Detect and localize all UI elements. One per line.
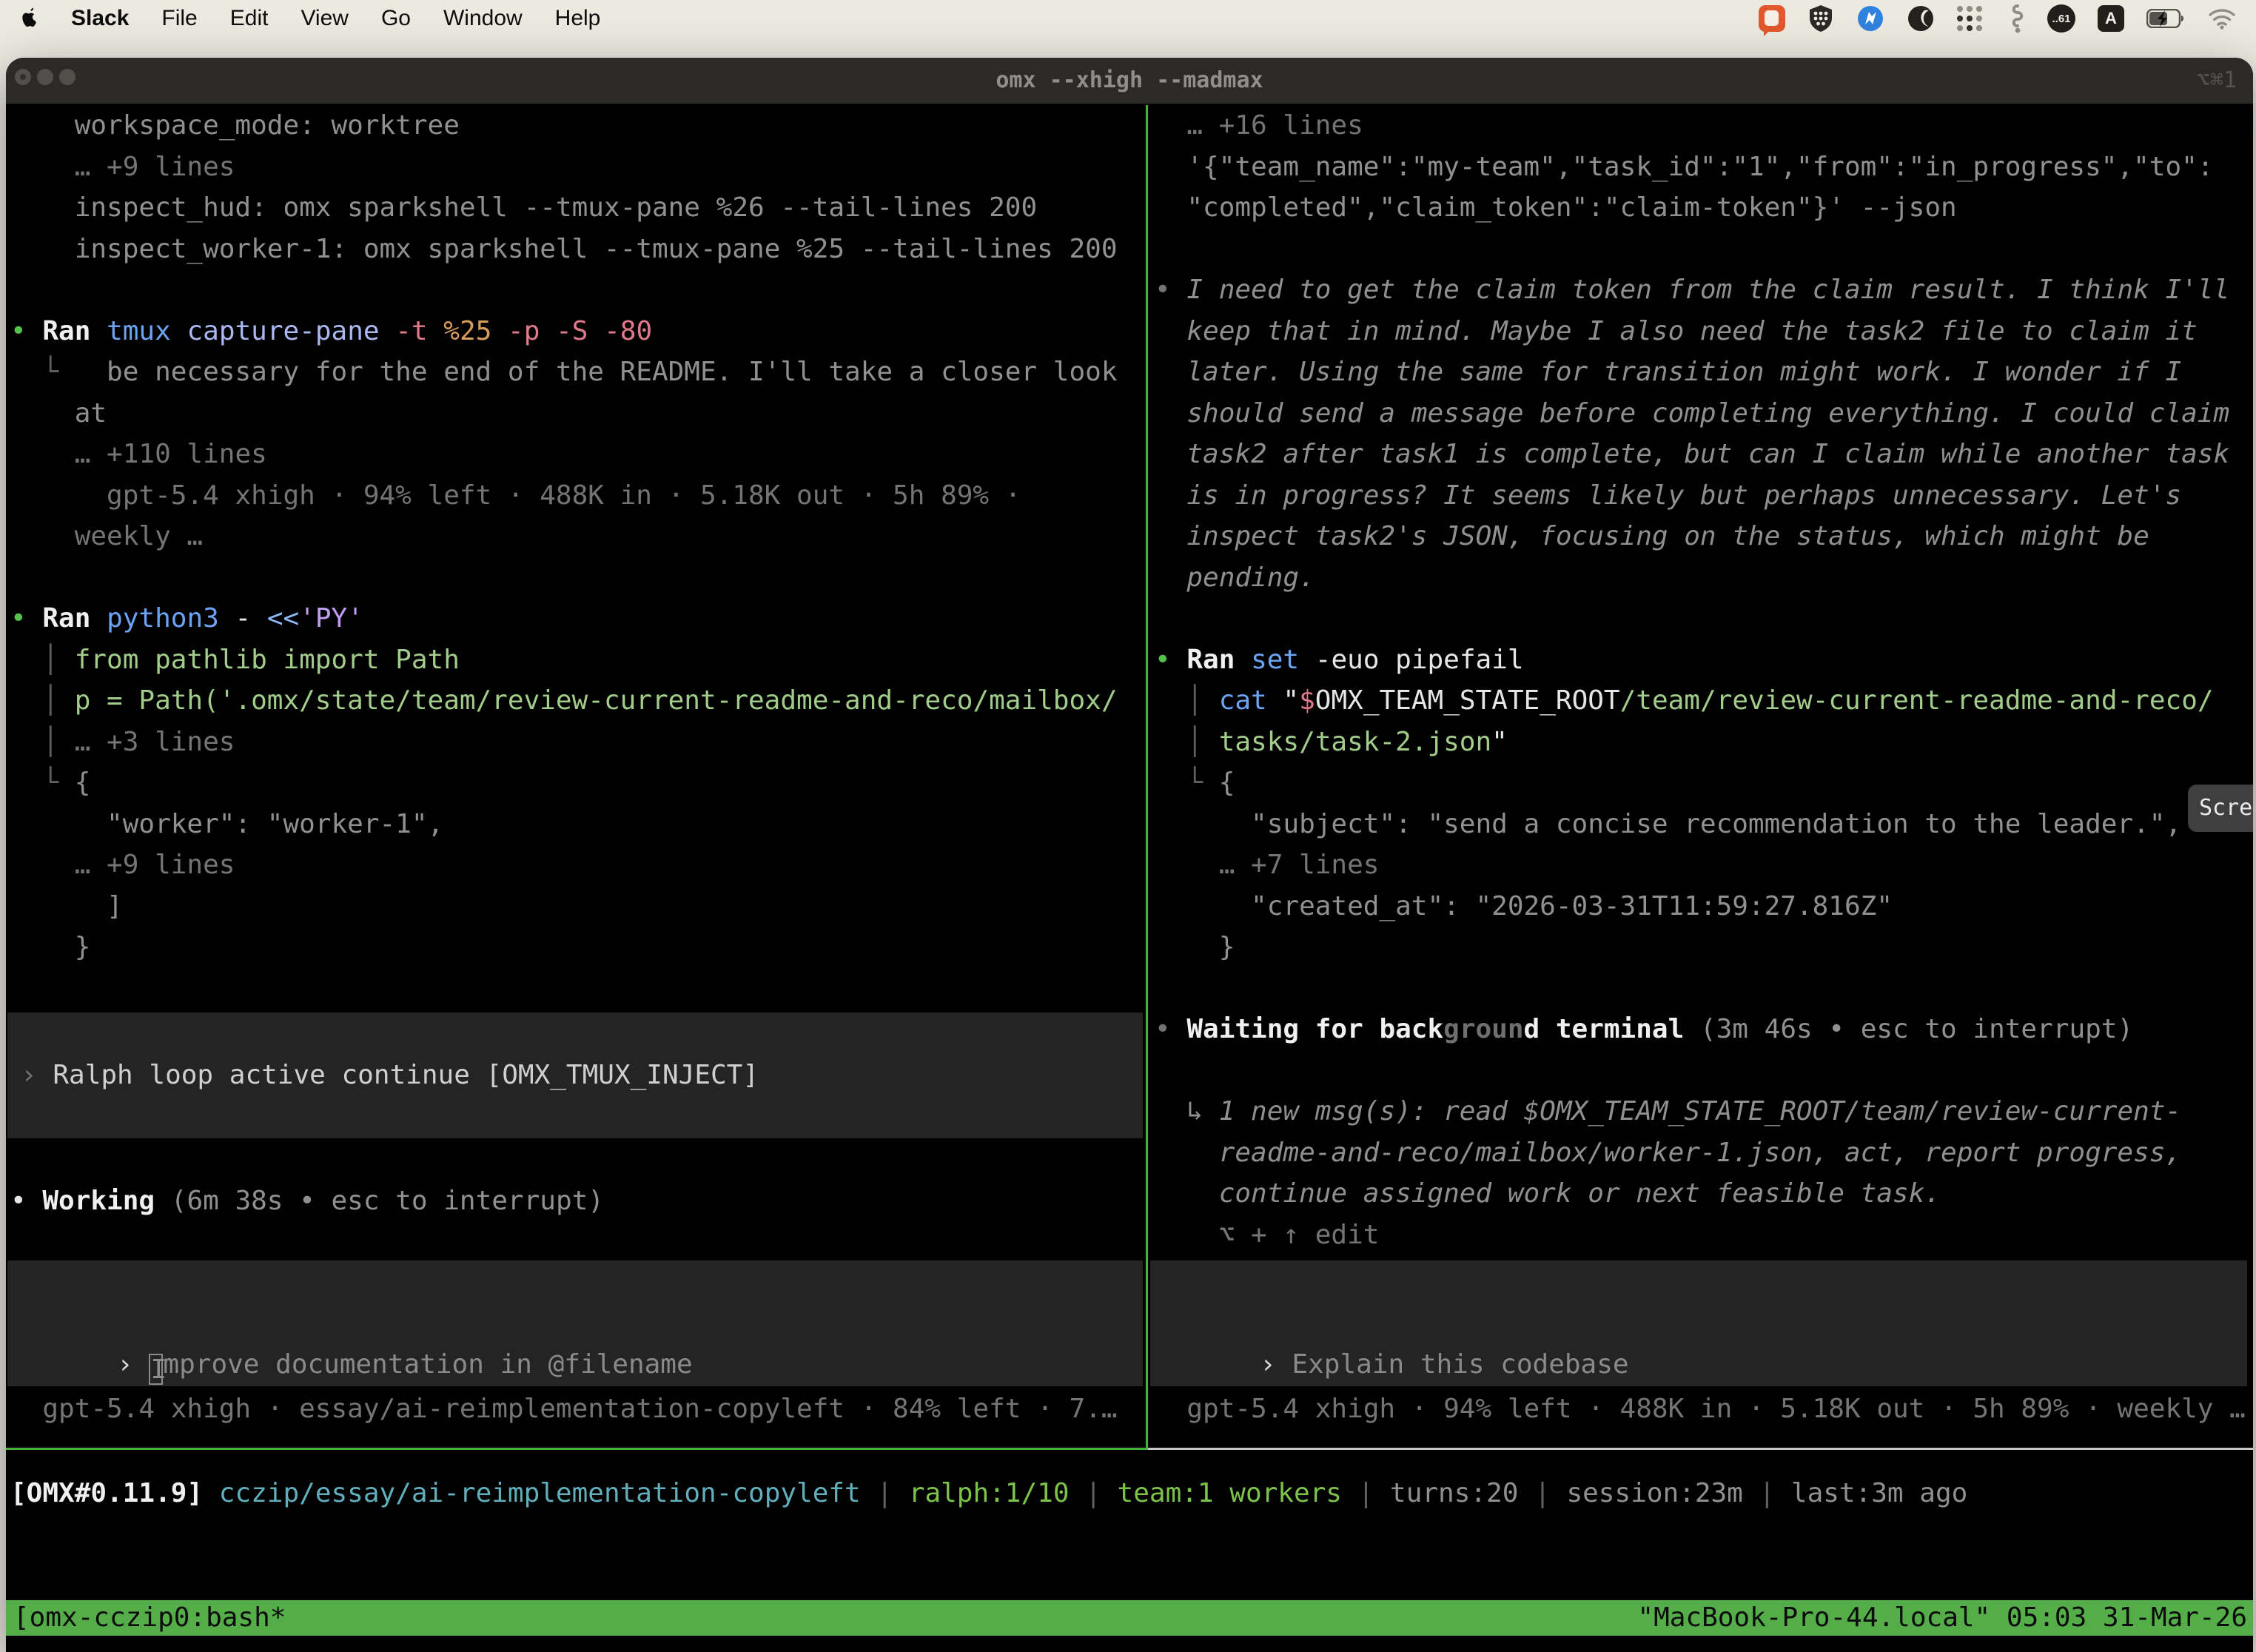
right-prompt-input[interactable]: › Explain this codebase	[1150, 1260, 2247, 1386]
prompt-chevron-icon: ›	[1260, 1349, 1276, 1380]
omx-status-line: [OMX#0.11.9] cczip/essay/ai-reimplementa…	[10, 1473, 1967, 1514]
pane-divider[interactable]	[1146, 105, 1148, 1450]
terminal-line: │ … +3 lines	[10, 722, 1118, 763]
right-prompt-placeholder: Explain this codebase	[1292, 1349, 1628, 1380]
screen-share-overlay[interactable]: Scre	[2188, 785, 2253, 832]
left-prompt-input[interactable]: › Improve documentation in @filename	[7, 1260, 1143, 1386]
terminal-line: │ tasks/task-2.json"	[1155, 722, 2229, 763]
tmux-host-clock-label: "MacBook-Pro-44.local" 05:03 31-Mar-26	[1637, 1597, 2247, 1639]
terminal-line: … +16 lines	[1155, 105, 2229, 147]
input-letter-label: A	[2105, 9, 2117, 28]
terminal-line: '{"team_name":"my-team","task_id":"1","f…	[1155, 147, 2229, 188]
terminal-line: "worker": "worker-1",	[10, 804, 1118, 845]
right-model-status: gpt-5.4 xhigh · 94% left · 488K in · 5.1…	[1155, 1389, 2246, 1430]
shield-icon[interactable]	[1807, 4, 1834, 33]
terminal-line: ]	[10, 886, 1118, 927]
terminal-line: should send a message before completing …	[1155, 393, 2229, 434]
ralph-loop-text: › Ralph loop active continue [OMX_TMUX_I…	[21, 1055, 759, 1096]
terminal-line: inspect_hud: omx sparkshell --tmux-pane …	[10, 187, 1118, 229]
menu-item-edit[interactable]: Edit	[230, 6, 269, 31]
terminal-line: keep that in mind. Maybe I also need the…	[1155, 311, 2229, 352]
terminal-line: │ cat "$OMX_TEAM_STATE_ROOT/team/review-…	[1155, 680, 2229, 722]
terminal-line: continue assigned work or next feasible …	[1155, 1173, 2229, 1215]
terminal-line: • Ran set -euo pipefail	[1155, 639, 2229, 681]
terminal-line: "created_at": "2026-03-31T11:59:27.816Z"	[1155, 886, 2229, 927]
terminal-line: at	[10, 393, 1118, 434]
terminal-line: … +110 lines	[10, 434, 1118, 475]
prompt-chevron-icon: ›	[117, 1349, 133, 1380]
right-pane-output: … +16 lines '{"team_name":"my-team","tas…	[1155, 105, 2229, 1255]
left-pane-output: workspace_mode: worktree … +9 lines insp…	[10, 105, 1118, 968]
terminal-line: "subject": "send a concise recommendatio…	[1155, 804, 2229, 845]
left-prompt-placeholder: mprove documentation in @filename	[163, 1349, 692, 1380]
inactive-pane-border	[1148, 1448, 2253, 1450]
left-model-status: gpt-5.4 xhigh · essay/ai-reimplementatio…	[10, 1389, 1118, 1430]
terminal-line: │ p = Path('.omx/state/team/review-curre…	[10, 680, 1118, 722]
wifi-icon[interactable]	[2207, 7, 2237, 30]
terminal-line: ⌥ + ↑ edit	[1155, 1215, 2229, 1256]
terminal-line	[1155, 1050, 2229, 1092]
active-pane-border	[6, 1448, 1148, 1450]
terminal-line: is in progress? It seems likely but perh…	[1155, 475, 2229, 517]
terminal-line: inspect_worker-1: omx sparkshell --tmux-…	[10, 229, 1118, 270]
apple-menu-icon[interactable]	[19, 7, 38, 30]
terminal-window: omx --xhigh --madmax ⌥⌘1 workspace_mode:…	[6, 58, 2253, 1652]
terminal-line: … +9 lines	[10, 147, 1118, 188]
terminal-line: inspect task2's JSON, focusing on the st…	[1155, 516, 2229, 557]
squiggle-icon[interactable]	[2006, 4, 2025, 33]
terminal-line: … +7 lines	[1155, 845, 2229, 886]
menu-item-file[interactable]: File	[161, 6, 197, 31]
menu-item-help[interactable]: Help	[555, 6, 601, 31]
terminal-line: └ {	[1155, 762, 2229, 804]
menu-item-window[interactable]: Window	[443, 6, 523, 31]
terminal-line: readme-and-reco/mailbox/worker-1.json, a…	[1155, 1132, 2229, 1174]
battery-icon[interactable]	[2146, 9, 2185, 28]
text-cursor: I	[149, 1354, 163, 1385]
moon-icon[interactable]	[1907, 4, 1935, 33]
terminal-line	[1155, 598, 2229, 639]
terminal-line: • Ran python3 - <<'PY'	[10, 598, 1118, 639]
badge-61-label: ..61	[2052, 13, 2070, 25]
terminal-line: gpt-5.4 xhigh · 94% left · 488K in · 5.1…	[10, 475, 1118, 517]
tmux-session-label: [omx-cczip0:bash*	[13, 1597, 286, 1639]
terminal-line: task2 after task1 is complete, but can I…	[1155, 434, 2229, 475]
terminal-line: ↳ 1 new msg(s): read $OMX_TEAM_STATE_ROO…	[1155, 1091, 2229, 1132]
terminal-line: └ be necessary for the end of the README…	[10, 352, 1118, 393]
terminal-line: • Waiting for background terminal (3m 46…	[1155, 1009, 2229, 1050]
terminal-line	[10, 557, 1118, 599]
tmux-status-bar: [omx-cczip0:bash* "MacBook-Pro-44.local"…	[6, 1600, 2253, 1636]
terminal-line: pending.	[1155, 557, 2229, 599]
menu-bar: Slack File Edit View Go Window Help ..61…	[0, 0, 2256, 37]
terminal-line: weekly …	[10, 516, 1118, 557]
terminal-line: … +9 lines	[10, 845, 1118, 886]
working-status: • Working (6m 38s • esc to interrupt)	[10, 1181, 604, 1222]
terminal-line: └ {	[10, 762, 1118, 804]
dots-grid-icon[interactable]	[1957, 5, 1984, 32]
terminal-line: │ from pathlib import Path	[10, 639, 1118, 681]
percent-badge-icon[interactable]: ..61	[2047, 4, 2075, 33]
terminal-line	[1155, 968, 2229, 1010]
terminal-line: later. Using the same for transition mig…	[1155, 352, 2229, 393]
terminal-line	[1155, 229, 2229, 270]
terminal-line: • Ran tmux capture-pane -t %25 -p -S -80	[10, 311, 1118, 352]
terminal-line: }	[1155, 927, 2229, 968]
ralph-loop-banner: › Ralph loop active continue [OMX_TMUX_I…	[7, 1013, 1143, 1138]
compass-icon[interactable]	[1856, 4, 1884, 33]
screen-sharing-icon[interactable]	[1759, 5, 1785, 32]
terminal-line: • I need to get the claim token from the…	[1155, 269, 2229, 311]
terminal-line: "completed","claim_token":"claim-token"}…	[1155, 187, 2229, 229]
terminal-line: workspace_mode: worktree	[10, 105, 1118, 147]
menu-item-view[interactable]: View	[301, 6, 348, 31]
menu-item-go[interactable]: Go	[381, 6, 411, 31]
terminal-line	[10, 269, 1118, 311]
keyboard-input-icon[interactable]: A	[2098, 5, 2124, 32]
window-titlebar[interactable]: omx --xhigh --madmax ⌥⌘1	[6, 58, 2253, 104]
window-title: omx --xhigh --madmax	[6, 58, 2253, 104]
window-shortcut-hint: ⌥⌘1	[2197, 58, 2237, 104]
menu-app-name[interactable]: Slack	[71, 6, 129, 31]
terminal-line: }	[10, 927, 1118, 968]
